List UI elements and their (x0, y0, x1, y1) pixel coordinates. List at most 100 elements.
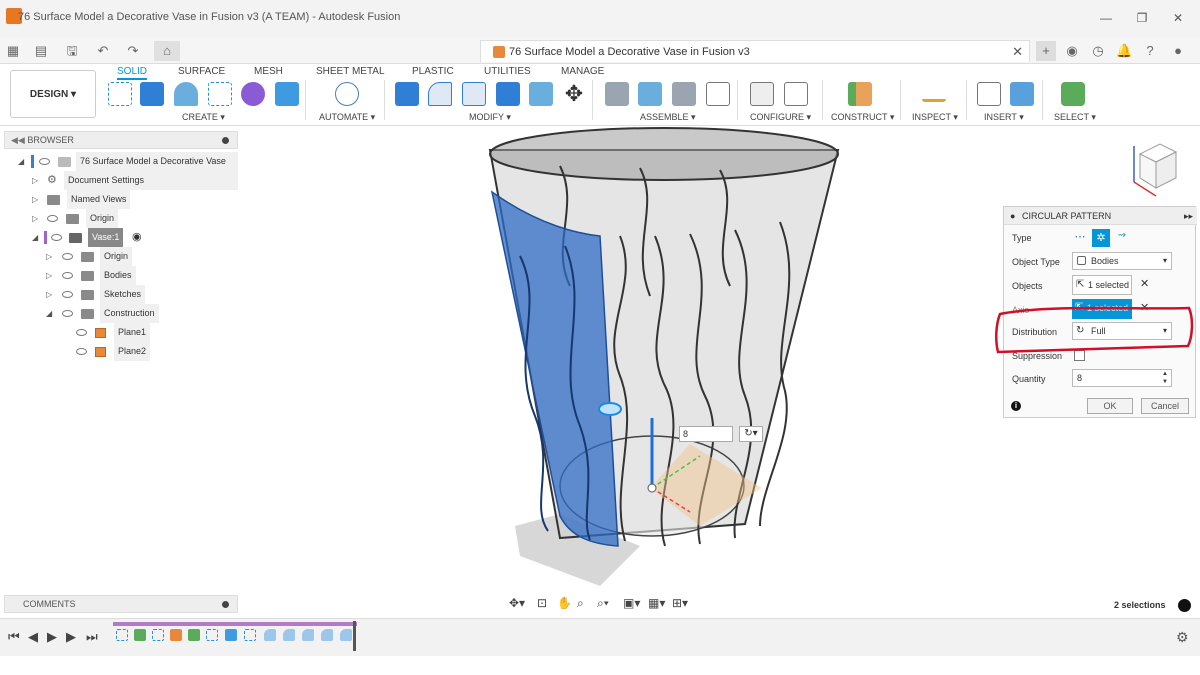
automate-group-label[interactable]: AUTOMATE ▾ (319, 112, 375, 123)
tab-solid[interactable]: SOLID (117, 66, 148, 80)
insert-canvas-icon[interactable] (1010, 82, 1034, 106)
tab-manage[interactable]: MANAGE (561, 66, 604, 77)
expand-triangle-icon[interactable]: ◢ (18, 152, 24, 171)
tab-sheet-metal[interactable]: SHEET METAL (316, 66, 385, 77)
browser-item-document-settings[interactable]: ▷ ⚙ Document Settings (4, 171, 238, 190)
feedback-icon[interactable] (1178, 599, 1191, 612)
visibility-eye-icon[interactable] (51, 234, 62, 241)
visibility-eye-icon[interactable] (39, 158, 50, 165)
expand-triangle-icon[interactable]: ▷ (46, 247, 52, 266)
visibility-eye-icon[interactable] (47, 215, 58, 222)
display-settings-icon[interactable]: ▣▾ (623, 596, 640, 610)
visibility-eye-icon[interactable] (76, 329, 87, 336)
offset-plane-icon[interactable] (848, 82, 872, 106)
tab-mesh[interactable]: MESH (254, 66, 283, 77)
tab-plastic[interactable]: PLASTIC (412, 66, 454, 77)
timeline-sketch-icon[interactable] (116, 629, 128, 641)
visibility-eye-icon[interactable] (62, 291, 73, 298)
new-tab-icon[interactable]: + (1036, 41, 1056, 61)
go-to-start-icon[interactable]: ⏮ (8, 629, 20, 645)
timeline-surface-icon[interactable] (225, 629, 237, 641)
as-built-joint-icon[interactable] (672, 82, 696, 106)
stepper-arrows-icon[interactable]: ▲ ▼ (1162, 370, 1168, 386)
minimize-icon[interactable]: — (1096, 8, 1116, 28)
construct-group-label[interactable]: CONSTRUCT ▾ (831, 112, 894, 123)
redo-icon[interactable]: ↷ (122, 41, 144, 61)
browser-item-plane2[interactable]: Plane2 (4, 342, 238, 361)
grid-snaps-icon[interactable]: ▦▾ (648, 596, 665, 610)
user-avatar[interactable]: ● (1168, 41, 1188, 61)
modify-group-label[interactable]: MODIFY ▾ (469, 112, 511, 123)
look-at-icon[interactable]: ⊡ (537, 596, 547, 610)
zoom-window-icon[interactable]: ⌕▾ (597, 596, 609, 611)
extensions-icon[interactable]: ◉ (1064, 41, 1080, 61)
type-bodies-icon[interactable]: ✲ (1092, 229, 1110, 247)
info-icon[interactable]: i (1011, 401, 1021, 411)
orbit-icon[interactable]: ✥▾ (509, 596, 525, 610)
timeline-plane-icon[interactable] (188, 629, 200, 641)
go-to-end-icon[interactable]: ⏭ (86, 629, 98, 645)
type-features-icon[interactable]: ⇝ (1114, 230, 1130, 246)
save-icon[interactable]: 🖫 (64, 41, 80, 61)
timeline-marker[interactable] (353, 621, 356, 651)
visibility-eye-icon[interactable] (62, 272, 73, 279)
timeline-plane-icon[interactable] (134, 629, 146, 641)
file-menu-icon[interactable]: ▤ (32, 41, 50, 61)
tab-surface[interactable]: SURFACE (178, 66, 225, 77)
timeline-settings-gear-icon[interactable]: ⚙ (1176, 629, 1189, 646)
chamfer-icon[interactable] (462, 82, 486, 106)
undo-icon[interactable]: ↶ (92, 41, 114, 61)
ok-button[interactable]: OK (1087, 398, 1133, 414)
maximize-icon[interactable]: ❐ (1132, 8, 1152, 28)
expand-triangle-icon[interactable]: ▷ (46, 266, 52, 285)
pin-icon[interactable] (222, 601, 229, 608)
browser-item-origin[interactable]: ▷ Origin (4, 209, 238, 228)
browser-item-origin[interactable]: ▷ Origin (4, 247, 238, 266)
cancel-button[interactable]: Cancel (1141, 398, 1189, 414)
configuration-table-icon[interactable] (784, 82, 808, 106)
type-faces-icon[interactable]: ⋯ (1072, 230, 1088, 246)
collapse-icon[interactable]: ● (1010, 207, 1015, 225)
browser-root-row[interactable]: ◢ 76 Surface Model a Decorative Vase ... (4, 152, 238, 190)
object-type-dropdown[interactable]: Bodies ▾ (1072, 252, 1172, 270)
pan-icon[interactable]: ✋ (557, 596, 572, 610)
play-icon[interactable]: ▶ (47, 629, 57, 645)
extrude-icon[interactable] (140, 82, 164, 106)
timeline-feature-icon[interactable] (170, 629, 182, 641)
zoom-icon[interactable]: ⌕ (577, 596, 584, 611)
rotate-handle[interactable] (598, 402, 622, 416)
select-group-label[interactable]: SELECT ▾ (1054, 112, 1096, 123)
inspect-group-label[interactable]: INSPECT ▾ (912, 112, 958, 123)
expand-dialog-icon[interactable]: ▸▸ (1184, 207, 1193, 225)
viewports-icon[interactable]: ⊞▾ (672, 596, 688, 610)
timeline-patch-icon[interactable] (264, 629, 276, 641)
pin-icon[interactable] (222, 137, 229, 144)
timeline-patch-icon[interactable] (302, 629, 314, 641)
notifications-icon[interactable]: 🔔 (1116, 41, 1132, 61)
measure-icon[interactable] (922, 88, 946, 102)
select-icon[interactable] (1061, 82, 1085, 106)
help-icon[interactable]: ? (1142, 41, 1158, 61)
comments-panel[interactable]: COMMENTS (4, 595, 238, 613)
browser-item-construction[interactable]: ◢ Construction (4, 304, 238, 323)
bill-of-materials-icon[interactable] (706, 82, 730, 106)
press-pull-icon[interactable] (395, 82, 419, 106)
configure-group-label[interactable]: CONFIGURE ▾ (750, 112, 811, 123)
step-back-icon[interactable]: ◀ (28, 629, 38, 645)
document-tab[interactable]: 76 Surface Model a Decorative Vase in Fu… (480, 40, 1030, 62)
timeline-sketch-icon[interactable] (244, 629, 256, 641)
assemble-group-label[interactable]: ASSEMBLE ▾ (640, 112, 696, 123)
step-forward-icon[interactable]: ▶ (66, 629, 76, 645)
pattern-origin[interactable] (647, 483, 657, 493)
timeline-sketch-icon[interactable] (206, 629, 218, 641)
dialog-header[interactable]: ● CIRCULAR PATTERN ▸▸ (1004, 207, 1197, 225)
fillet-icon[interactable] (428, 82, 452, 106)
browser-item-component[interactable]: ◢ Vase:1 ◉ (4, 228, 238, 247)
app-grid-icon[interactable]: ▦ (6, 41, 20, 61)
expand-triangle-icon[interactable]: ▷ (32, 209, 38, 228)
close-tab-icon[interactable]: ✕ (1012, 44, 1023, 60)
quantity-stepper[interactable]: 8 ▲ ▼ (1072, 369, 1172, 387)
browser-item-named-views[interactable]: ▷ Named Views (4, 190, 238, 209)
visibility-eye-icon[interactable] (62, 310, 73, 317)
expand-triangle-icon[interactable]: ▷ (32, 190, 38, 209)
